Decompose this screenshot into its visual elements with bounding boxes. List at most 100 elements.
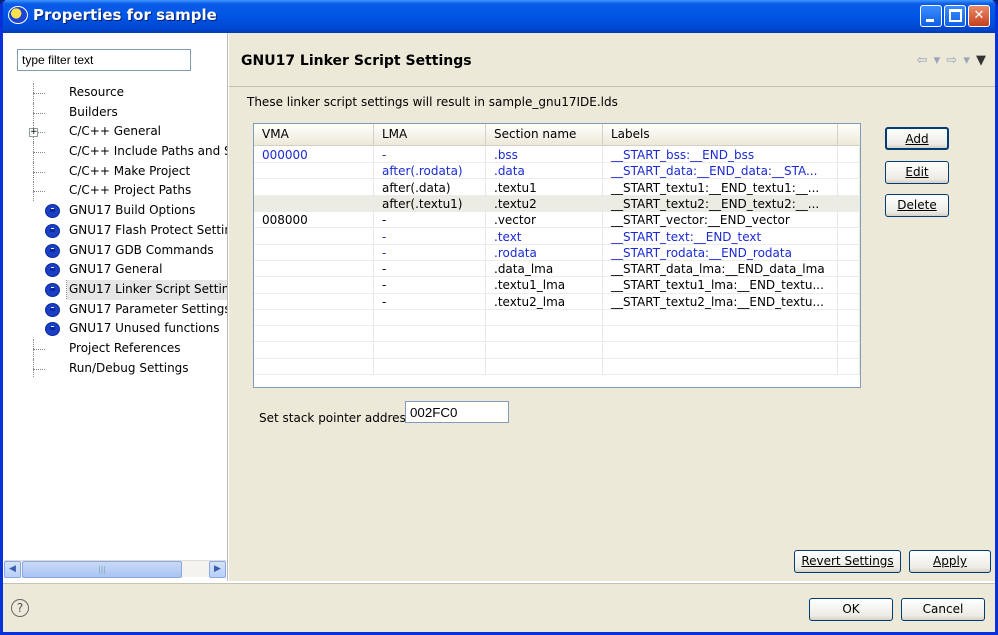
close-button[interactable]: ✕ xyxy=(968,5,990,27)
column-header-vma[interactable]: VMA xyxy=(254,124,374,146)
maximize-button[interactable] xyxy=(944,5,966,27)
property-tree: Resource Builders + C/C++ General C/C++ Incl… xyxy=(17,83,227,379)
tree-item[interactable]: GNU17 Unused functions xyxy=(17,319,227,339)
tree-item-label: GNU17 Build Options xyxy=(69,203,196,218)
help-icon[interactable]: ? xyxy=(11,599,29,617)
cell-labels: __START_vector:__END_vector xyxy=(603,212,838,229)
gnu-icon xyxy=(45,223,60,238)
table-row[interactable]: - .text __START_text:__END_text xyxy=(254,228,860,245)
table-header: VMA LMA Section name Labels xyxy=(254,124,860,146)
table-row[interactable]: after(.textu1) .textu2 __START_textu2:__EN… xyxy=(254,195,860,213)
cell-labels: __START_rodata:__END_rodata xyxy=(603,244,838,261)
tree-item[interactable]: GNU17 Flash Protect Settin xyxy=(17,221,227,241)
cell-section: .vector xyxy=(486,212,603,229)
cell-filler xyxy=(838,228,860,245)
column-header-lma[interactable]: LMA xyxy=(374,124,486,146)
properties-dialog: Properties for sample ✕ Resource Builders… xyxy=(0,0,998,635)
back-arrow-icon[interactable]: ⇦ xyxy=(917,53,929,68)
tree-item[interactable]: GNU17 Parameter Settings xyxy=(17,300,227,320)
cell-vma xyxy=(254,358,374,376)
cell-labels: __START_data_lma:__END_data_lma xyxy=(603,261,838,278)
filter-input[interactable] xyxy=(17,49,191,71)
tree-connector xyxy=(33,191,45,193)
cell-filler xyxy=(838,326,860,343)
tree-item[interactable]: Project References xyxy=(17,338,227,359)
tree-item[interactable]: GNU17 General xyxy=(17,260,227,280)
edit-button[interactable]: Edit xyxy=(885,161,949,184)
tree-item[interactable]: Resource xyxy=(17,83,227,103)
tree-item-label: GNU17 Linker Script Setting xyxy=(65,279,227,300)
ok-button[interactable]: OK xyxy=(809,598,893,621)
cell-vma xyxy=(254,277,374,294)
delete-button[interactable]: Delete xyxy=(885,194,949,217)
table-row[interactable]: - .textu1_lma __START_textu1_lma:__END_tex… xyxy=(254,277,860,294)
tree-item[interactable]: GNU17 Build Options xyxy=(17,201,227,221)
cancel-button[interactable]: Cancel xyxy=(901,598,985,621)
apply-button[interactable]: Apply xyxy=(909,550,991,573)
gnu-icon xyxy=(45,302,60,317)
column-header-section[interactable]: Section name xyxy=(486,124,603,146)
tree-item[interactable]: GNU17 GDB Commands xyxy=(17,241,227,261)
back-dropdown-icon[interactable]: ▾ xyxy=(934,53,942,68)
table-row[interactable] xyxy=(254,326,860,343)
table-row[interactable]: 000000- .bss __START_bss:__END_bss xyxy=(254,147,860,164)
scroll-right-icon[interactable]: ▶ xyxy=(209,561,226,578)
scroll-left-icon[interactable]: ◀ xyxy=(4,561,21,578)
table-row[interactable] xyxy=(254,310,860,327)
cell-section xyxy=(486,326,603,343)
table-row[interactable]: 008000- .vector __START_vector:__END_vecto… xyxy=(254,212,860,229)
tree-item[interactable]: Run/Debug Settings xyxy=(17,358,227,379)
tree-item[interactable]: Builders xyxy=(17,102,227,123)
add-button[interactable]: Add xyxy=(885,127,949,150)
stack-pointer-input[interactable] xyxy=(405,401,509,423)
cell-filler xyxy=(838,293,860,310)
minimize-button[interactable] xyxy=(920,5,942,27)
cell-vma: 000000 xyxy=(254,147,374,164)
minimize-icon xyxy=(926,19,934,22)
tree-item-label: Project References xyxy=(69,340,181,355)
cell-lma: - xyxy=(374,212,486,229)
tree-item-label: GNU17 General xyxy=(69,262,163,277)
table-row[interactable]: - .textu2_lma __START_textu2_lma:__END_tex… xyxy=(254,293,860,310)
forward-dropdown-icon[interactable]: ▾ xyxy=(963,53,971,68)
cell-section xyxy=(486,358,603,376)
settings-page: GNU17 Linker Script Settings ⇦ ▾ ⇨ ▾ ▼ T… xyxy=(229,33,995,581)
view-menu-icon[interactable]: ▼ xyxy=(976,53,987,68)
revert-settings-button[interactable]: Revert Settings xyxy=(794,550,901,573)
table-row[interactable] xyxy=(254,342,860,359)
tree-item[interactable]: C/C++ Project Paths xyxy=(17,181,227,202)
cell-filler xyxy=(838,342,860,359)
table-row[interactable]: after(.data) .textu1 __START_textu1:__END_… xyxy=(254,179,860,196)
cell-filler xyxy=(838,147,860,164)
tree-item[interactable]: GNU17 Linker Script Setting xyxy=(17,279,227,300)
cell-lma: after(.rodata) xyxy=(374,163,486,180)
cell-vma xyxy=(254,195,374,213)
tree-connector xyxy=(33,348,45,350)
cell-vma xyxy=(254,326,374,343)
table-row[interactable]: after(.rodata) .data __START_data:__END_da… xyxy=(254,163,860,180)
horizontal-scrollbar[interactable]: ◀ ||| ▶ xyxy=(4,560,226,578)
scrollbar-thumb[interactable]: ||| xyxy=(22,561,182,578)
table-row[interactable]: - .rodata __START_rodata:__END_rodata xyxy=(254,244,860,261)
title-bar[interactable]: Properties for sample ✕ xyxy=(3,0,995,33)
property-pages-pane: Resource Builders + C/C++ General C/C++ Incl… xyxy=(3,33,228,581)
column-header-labels[interactable]: Labels xyxy=(603,124,838,146)
edit-button-label: Edit xyxy=(905,165,929,179)
tree-item[interactable]: + C/C++ General xyxy=(17,122,227,143)
tree-item[interactable]: C/C++ Make Project xyxy=(17,161,227,182)
cell-section: .textu1_lma xyxy=(486,277,603,294)
tree-item-label: Builders xyxy=(69,104,118,119)
cell-section: .rodata xyxy=(486,244,603,261)
expand-icon[interactable]: + xyxy=(29,128,38,138)
table-row[interactable] xyxy=(254,358,860,376)
cell-vma xyxy=(254,228,374,245)
cell-vma: 008000 xyxy=(254,212,374,229)
forward-arrow-icon[interactable]: ⇨ xyxy=(946,53,958,68)
cell-vma xyxy=(254,163,374,180)
cell-section: .data xyxy=(486,163,603,180)
cell-section: .data_lma xyxy=(486,261,603,278)
table-row[interactable]: - .data_lma __START_data_lma:__END_data_lm… xyxy=(254,261,860,278)
cell-section xyxy=(486,342,603,359)
tree-item[interactable]: C/C++ Include Paths and S xyxy=(17,142,227,162)
history-navigation: ⇦ ▾ ⇨ ▾ ▼ xyxy=(917,53,987,68)
